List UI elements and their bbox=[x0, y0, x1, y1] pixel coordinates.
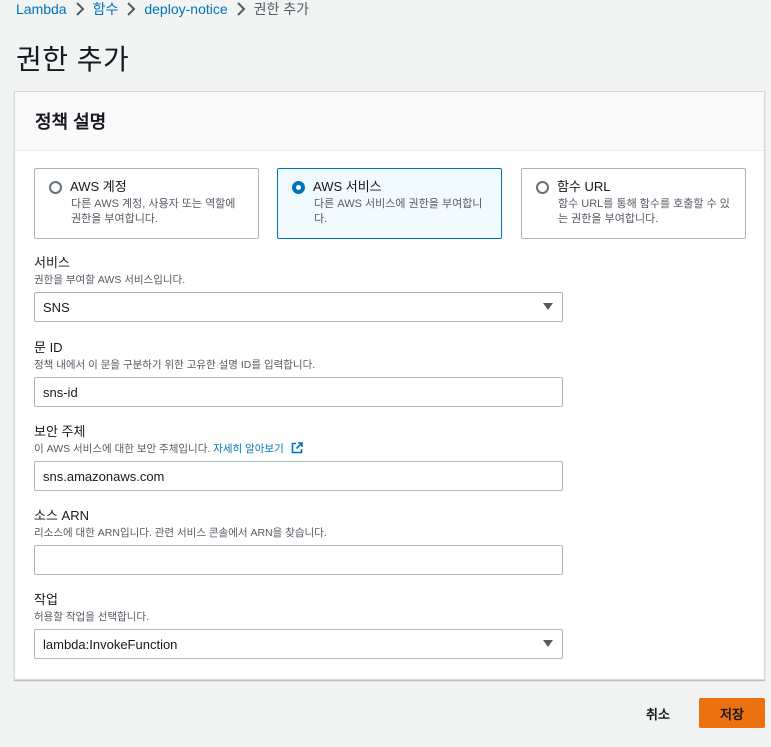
option-description: 다른 AWS 서비스에 권한을 부여합니다. bbox=[314, 198, 483, 225]
breadcrumb-functions[interactable]: 함수 bbox=[93, 0, 119, 19]
statement-id-description: 정책 내에서 이 문을 구분하기 위한 고유한 설명 ID를 입력합니다. bbox=[34, 359, 316, 371]
source-arn-field: 소스 ARN 리소스에 대한 ARN입니다. 관련 서비스 콘솔에서 ARN을 … bbox=[34, 508, 563, 575]
option-label: AWS 계정 bbox=[70, 179, 127, 194]
source-arn-label: 소스 ARN bbox=[34, 508, 89, 523]
caret-down-icon bbox=[543, 303, 553, 310]
source-arn-description: 리소스에 대한 ARN입니다. 관련 서비스 콘솔에서 ARN을 찾습니다. bbox=[34, 527, 327, 539]
option-description: 함수 URL를 통해 함수를 호출할 수 있는 권한을 부여합니다. bbox=[558, 198, 730, 225]
breadcrumb-function-name[interactable]: deploy-notice bbox=[144, 1, 227, 17]
service-description: 권한을 부여할 AWS 서비스입니다. bbox=[34, 274, 186, 286]
service-select[interactable]: SNS bbox=[34, 292, 563, 322]
page-title: 권한 추가 bbox=[16, 44, 130, 75]
radio-function-url[interactable] bbox=[536, 181, 549, 194]
action-description: 허용할 작업을 선택합니다. bbox=[34, 611, 150, 623]
action-select[interactable]: lambda:InvokeFunction bbox=[34, 629, 563, 659]
action-select-value: lambda:InvokeFunction bbox=[43, 636, 178, 652]
statement-id-input[interactable]: sns-id bbox=[34, 377, 563, 407]
breadcrumb: Lambda 함수 deploy-notice 권한 추가 bbox=[16, 0, 309, 18]
principal-description-text: 이 AWS 서비스에 대한 보안 주체입니다. bbox=[34, 443, 211, 455]
principal-label: 보안 주체 bbox=[34, 424, 86, 439]
principal-value: sns.amazonaws.com bbox=[43, 468, 165, 484]
statement-id-field: 문 ID 정책 내에서 이 문을 구분하기 위한 고유한 설명 ID를 입력합니… bbox=[34, 340, 563, 407]
learn-more-link[interactable]: 자세히 알아보기 bbox=[213, 443, 284, 455]
principal-description: 이 AWS 서비스에 대한 보안 주체입니다. 자세히 알아보기 bbox=[34, 442, 563, 456]
panel-header: 정책 설명 bbox=[15, 92, 764, 151]
option-description: 다른 AWS 계정, 사용자 또는 역할에 권한을 부여합니다. bbox=[71, 198, 236, 225]
principal-option-function-url[interactable]: 함수 URL 함수 URL를 통해 함수를 호출할 수 있는 권한을 부여합니다… bbox=[521, 168, 746, 239]
cancel-button[interactable]: 취소 bbox=[634, 698, 682, 728]
chevron-right-icon bbox=[228, 2, 254, 16]
breadcrumb-current: 권한 추가 bbox=[253, 1, 310, 17]
principal-option-aws-account[interactable]: AWS 계정 다른 AWS 계정, 사용자 또는 역할에 권한을 부여합니다. bbox=[34, 168, 259, 239]
principal-field: 보안 주체 이 AWS 서비스에 대한 보안 주체입니다. 자세히 알아보기 s… bbox=[34, 424, 563, 491]
panel-title: 정책 설명 bbox=[35, 112, 107, 132]
source-arn-input[interactable] bbox=[34, 545, 563, 575]
statement-id-label: 문 ID bbox=[34, 340, 63, 355]
caret-down-icon bbox=[543, 640, 553, 647]
action-field: 작업 허용할 작업을 선택합니다. lambda:InvokeFunction bbox=[34, 592, 563, 659]
chevron-right-icon bbox=[118, 2, 144, 16]
radio-aws-account[interactable] bbox=[49, 181, 62, 194]
statement-id-value: sns-id bbox=[43, 384, 78, 400]
breadcrumb-lambda[interactable]: Lambda bbox=[16, 1, 67, 17]
action-label: 작업 bbox=[34, 592, 58, 607]
service-field: 서비스 권한을 부여할 AWS 서비스입니다. SNS bbox=[34, 255, 563, 322]
radio-aws-service[interactable] bbox=[292, 181, 305, 194]
principal-input[interactable]: sns.amazonaws.com bbox=[34, 461, 563, 491]
external-link-icon[interactable] bbox=[291, 442, 303, 454]
option-label: AWS 서비스 bbox=[313, 179, 382, 194]
policy-statement-panel: 정책 설명 AWS 계정 다른 AWS 계정, 사용자 또는 역할에 권한을 부… bbox=[14, 91, 765, 680]
option-label: 함수 URL bbox=[557, 179, 611, 194]
chevron-right-icon bbox=[67, 2, 93, 16]
save-button[interactable]: 저장 bbox=[699, 698, 765, 728]
service-select-value: SNS bbox=[43, 299, 70, 315]
principal-option-aws-service[interactable]: AWS 서비스 다른 AWS 서비스에 권한을 부여합니다. bbox=[277, 168, 502, 239]
service-label: 서비스 bbox=[34, 255, 70, 270]
